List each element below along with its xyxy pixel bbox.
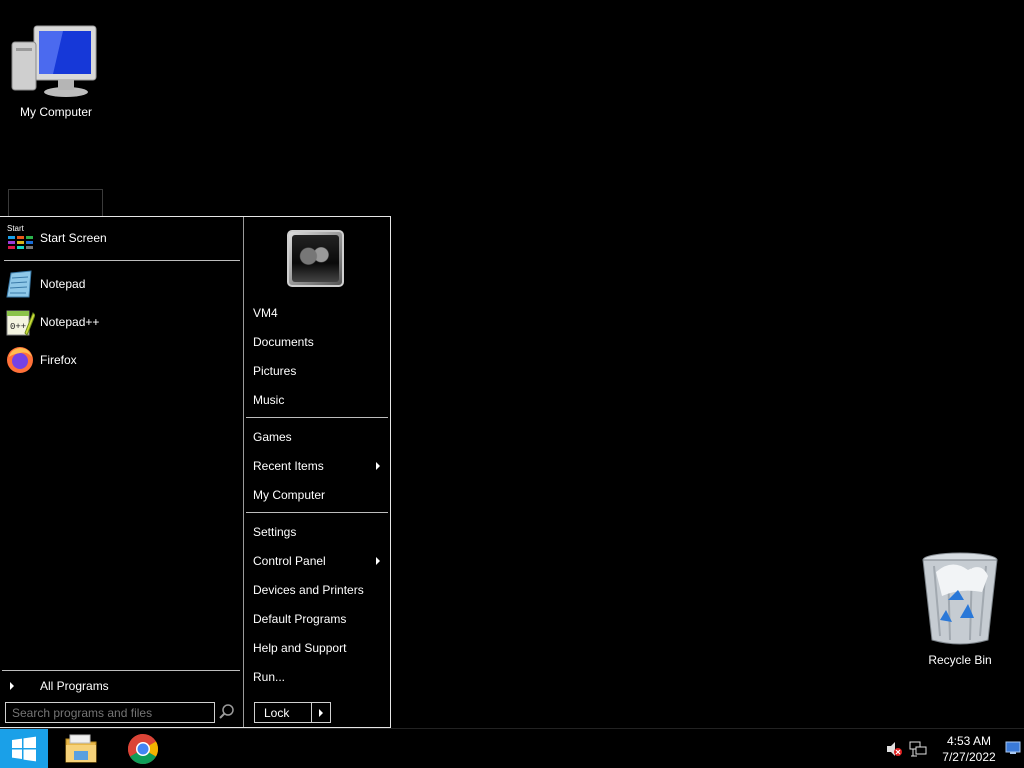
start-menu: Start Start Screen Notepad 0++ Notepad++… (0, 216, 391, 728)
places-item-label: Games (253, 430, 292, 444)
all-programs-label: All Programs (40, 679, 109, 693)
places-item-label: Help and Support (253, 641, 347, 655)
recycle-bin-icon (922, 552, 998, 645)
divider (2, 670, 240, 671)
taskbar-clock[interactable]: 4:53 AM 7/27/2022 (928, 733, 1010, 765)
places-item-user[interactable]: VM4 (245, 299, 390, 327)
user-picture (292, 235, 339, 282)
desktop-icon-my-computer[interactable]: My Computer (8, 22, 104, 119)
divider (246, 417, 388, 418)
places-item-devices-and-printers[interactable]: Devices and Printers (245, 576, 390, 604)
search-input[interactable] (5, 702, 215, 723)
start-button[interactable] (0, 729, 48, 768)
all-programs-button[interactable]: All Programs (0, 675, 244, 697)
volume-muted-icon[interactable] (885, 741, 903, 757)
places-item-recent-items[interactable]: Recent Items (245, 452, 390, 480)
places-item-help-and-support[interactable]: Help and Support (245, 634, 390, 662)
places-item-run[interactable]: Run... (245, 663, 390, 691)
desktop-icon-recycle-bin[interactable]: Recycle Bin (912, 552, 1008, 667)
places-item-label: Recent Items (253, 459, 324, 473)
places-item-label: Control Panel (253, 554, 326, 568)
desktop-icon-label: My Computer (19, 105, 93, 119)
places-item-label: My Computer (253, 488, 326, 502)
search-icon[interactable] (218, 703, 236, 721)
places-item-my-computer[interactable]: My Computer (245, 481, 390, 509)
desktop-selection-outline (8, 189, 103, 217)
clock-time: 4:53 AM (946, 734, 992, 748)
taskbar-file-explorer[interactable] (57, 729, 105, 768)
taskbar: 4:53 AM 7/27/2022 (0, 728, 1024, 768)
desktop-icon-label: Recycle Bin (928, 653, 992, 667)
places-item-label: Settings (253, 525, 297, 539)
start-screen-icon: Start (4, 222, 36, 254)
power-options-button[interactable] (312, 703, 330, 722)
places-item-label: Music (253, 393, 285, 407)
clock-date: 7/27/2022 (942, 750, 996, 764)
places-item-documents[interactable]: Documents (245, 328, 390, 356)
show-desktop-icon[interactable] (1005, 741, 1021, 755)
pinned-item-label: Notepad (40, 277, 86, 291)
places-item-default-programs[interactable]: Default Programs (245, 605, 390, 633)
chrome-icon (127, 734, 159, 765)
places-item-label: VM4 (253, 306, 278, 320)
file-explorer-icon (65, 734, 97, 763)
places-item-label: Documents (253, 335, 314, 349)
notepad-plus-plus-icon: 0++ (4, 306, 36, 338)
taskbar-chrome[interactable] (119, 729, 167, 768)
firefox-icon (4, 344, 36, 376)
start-menu-programs-pane: Start Start Screen Notepad 0++ Notepad++… (0, 217, 244, 727)
pinned-item-notepad-plus-plus[interactable]: 0++ Notepad++ (4, 305, 240, 339)
places-item-settings[interactable]: Settings (245, 518, 390, 546)
chevron-right-icon (376, 462, 380, 470)
chevron-right-icon (319, 708, 323, 717)
avatar[interactable] (287, 230, 344, 287)
windows-logo-icon (12, 736, 36, 762)
lock-button-group: Lock (254, 702, 331, 723)
places-item-label: Default Programs (253, 612, 347, 626)
chevron-right-icon (10, 682, 14, 690)
lock-button[interactable]: Lock (255, 703, 312, 722)
svg-text:Start: Start (7, 224, 25, 233)
start-menu-places-pane: VM4 Documents Pictures Music Games Recen… (245, 217, 390, 727)
places-item-games[interactable]: Games (245, 423, 390, 451)
start-screen-label: Start Screen (40, 231, 107, 245)
pinned-item-notepad[interactable]: Notepad (4, 267, 240, 301)
start-screen-item[interactable]: Start Start Screen (4, 221, 240, 255)
lock-button-label: Lock (264, 705, 290, 720)
places-item-music[interactable]: Music (245, 386, 390, 414)
pinned-item-label: Notepad++ (40, 315, 100, 329)
places-item-control-panel[interactable]: Control Panel (245, 547, 390, 575)
notepad-icon (4, 268, 36, 300)
divider (246, 512, 388, 513)
places-item-label: Devices and Printers (253, 583, 364, 597)
pinned-item-label: Firefox (40, 353, 77, 367)
places-item-pictures[interactable]: Pictures (245, 357, 390, 385)
places-item-label: Run... (253, 670, 286, 684)
network-icon[interactable] (909, 741, 927, 757)
computer-icon (11, 25, 97, 97)
svg-text:0++: 0++ (10, 322, 26, 332)
pinned-item-firefox[interactable]: Firefox (4, 343, 240, 377)
places-item-label: Pictures (253, 364, 297, 378)
divider (4, 260, 240, 261)
chevron-right-icon (376, 557, 380, 565)
